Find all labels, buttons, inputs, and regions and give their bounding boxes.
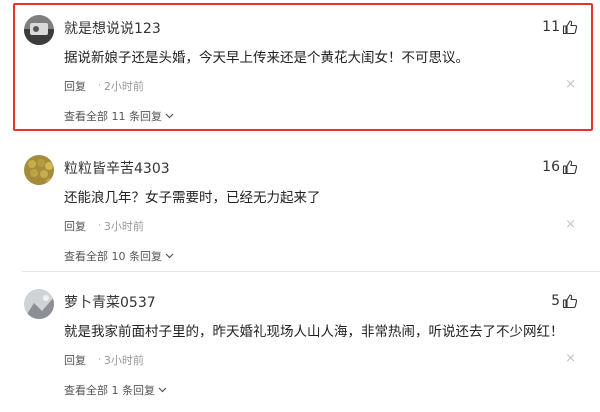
chevron-down-icon — [165, 253, 174, 259]
view-all-replies[interactable]: 查看全部 1 条回复 — [64, 382, 167, 398]
view-all-label: 查看全部 11 条回复 — [64, 110, 162, 123]
reply-button[interactable]: 回复 — [64, 78, 86, 94]
view-all-replies[interactable]: 查看全部 10 条回复 — [64, 248, 174, 264]
separator-dot: · — [98, 221, 101, 231]
timestamp: 3小时前 — [103, 354, 144, 367]
comment-text: 还能浪几年？女子需要时，已经无力起来了 — [64, 190, 321, 206]
comment-meta: 回复 · 3小时前 — [64, 352, 144, 368]
view-all-label: 查看全部 1 条回复 — [64, 384, 155, 397]
close-icon[interactable]: × — [565, 78, 576, 91]
like-button[interactable]: 11 — [542, 19, 578, 35]
like-count: 5 — [551, 293, 560, 309]
timestamp: 3小时前 — [103, 220, 144, 233]
comment-item: 萝卜青菜0537 5 就是我家前面村子里的，昨天婚礼现场人山人海，非常热闹，听说… — [0, 274, 600, 402]
separator-dot: · — [98, 81, 101, 91]
avatar[interactable] — [24, 289, 54, 319]
reply-button[interactable]: 回复 — [64, 352, 86, 368]
close-icon[interactable]: × — [565, 218, 576, 231]
chevron-down-icon — [158, 387, 167, 393]
thumbs-up-icon — [562, 160, 578, 175]
thumbs-up-icon — [562, 294, 578, 309]
divider — [22, 271, 600, 272]
chevron-down-icon — [165, 113, 174, 119]
reply-button[interactable]: 回复 — [64, 218, 86, 234]
thumbs-up-icon — [562, 20, 578, 35]
comment-meta: 回复 · 3小时前 — [64, 218, 144, 234]
view-all-label: 查看全部 10 条回复 — [64, 250, 162, 263]
username[interactable]: 粒粒皆辛苦4303 — [64, 158, 170, 178]
comment-item: 粒粒皆辛苦4303 16 还能浪几年？女子需要时，已经无力起来了 回复 · 3小… — [0, 140, 600, 268]
close-icon[interactable]: × — [565, 352, 576, 365]
like-button[interactable]: 5 — [551, 293, 578, 309]
separator-dot: · — [98, 355, 101, 365]
avatar[interactable] — [24, 155, 54, 185]
username[interactable]: 就是想说说123 — [64, 18, 161, 38]
like-button[interactable]: 16 — [542, 159, 578, 175]
comment-text: 据说新娘子还是头婚，今天早上传来还是个黄花大闺女！不可思议。 — [64, 50, 469, 66]
comment-meta: 回复 · 2小时前 — [64, 78, 144, 94]
username[interactable]: 萝卜青菜0537 — [64, 292, 156, 312]
comment-item: 就是想说说123 11 据说新娘子还是头婚，今天早上传来还是个黄花大闺女！不可思… — [0, 0, 600, 128]
avatar[interactable] — [24, 15, 54, 45]
timestamp: 2小时前 — [103, 80, 144, 93]
like-count: 11 — [542, 19, 560, 35]
view-all-replies[interactable]: 查看全部 11 条回复 — [64, 108, 174, 124]
comment-text: 就是我家前面村子里的，昨天婚礼现场人山人海，非常热闹，听说还去了不少网红！ — [64, 324, 564, 340]
like-count: 16 — [542, 159, 560, 175]
